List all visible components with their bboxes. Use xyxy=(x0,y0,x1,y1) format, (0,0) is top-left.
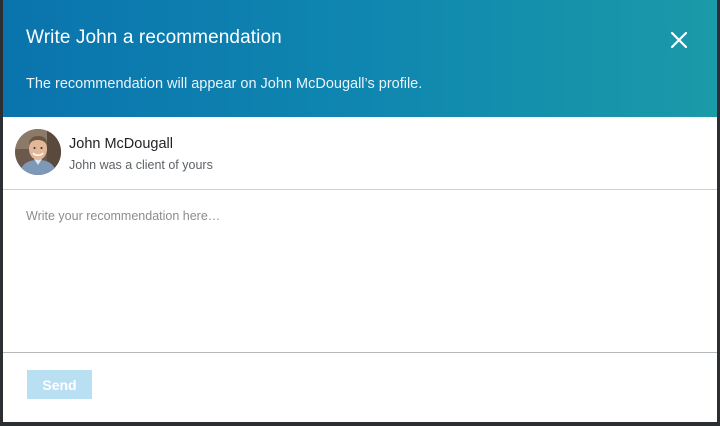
dialog-footer: Send xyxy=(3,353,717,422)
close-icon xyxy=(670,31,688,49)
recipient-row: John McDougall John was a client of your… xyxy=(3,117,717,190)
send-button[interactable]: Send xyxy=(27,370,92,399)
recommendation-dialog: Write John a recommendation The recommen… xyxy=(3,0,717,422)
dialog-subtitle: The recommendation will appear on John M… xyxy=(26,76,423,92)
recommendation-textarea[interactable] xyxy=(3,190,717,352)
recommendation-editor xyxy=(3,190,717,353)
close-button[interactable] xyxy=(667,28,691,52)
recipient-name[interactable]: John McDougall xyxy=(69,136,173,152)
recipient-relation: John was a client of yours xyxy=(69,158,213,172)
dialog-title: Write John a recommendation xyxy=(26,27,282,48)
dialog-header: Write John a recommendation The recommen… xyxy=(3,0,717,117)
avatar xyxy=(15,129,61,175)
